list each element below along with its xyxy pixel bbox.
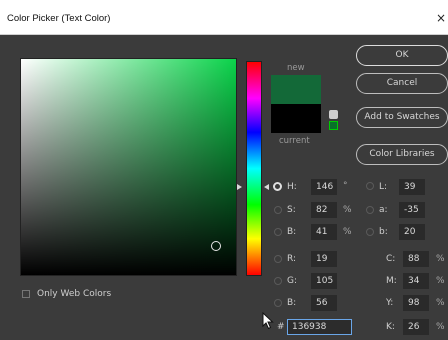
websafe-swatch-icon[interactable] [329,121,338,130]
k-unit: % [436,322,445,332]
rgb-b-field[interactable]: 56 [311,295,337,311]
g-field[interactable]: 105 [311,273,337,289]
y-label: Y: [386,298,394,308]
hue-slider[interactable] [246,61,262,276]
only-web-colors-checkbox[interactable] [22,290,30,298]
hue-slider-left-arrow-icon[interactable] [237,184,242,190]
hue-slider-right-arrow-icon[interactable] [264,184,269,190]
m-label: M: [386,276,397,286]
h-label: H: [287,182,297,192]
y-unit: % [436,298,445,308]
l-field[interactable]: 39 [399,179,425,195]
radio-g[interactable] [274,277,282,285]
color-field-marker-icon[interactable] [211,241,221,251]
b-field[interactable]: 41 [311,224,337,240]
lab-b-label: b: [379,227,388,237]
title-bar: Color Picker (Text Color) × [0,0,448,35]
color-field[interactable] [20,58,237,276]
radio-lab-b[interactable] [366,228,374,236]
window-title: Color Picker (Text Color) [7,13,111,24]
c-field[interactable]: 88 [403,251,429,267]
radio-r[interactable] [274,255,282,263]
s-unit: % [343,205,352,215]
r-label: R: [287,254,297,264]
m-unit: % [436,276,445,286]
l-label: L: [379,182,388,192]
radio-s[interactable] [274,206,282,214]
new-color-swatch [271,75,321,104]
k-label: K: [386,322,395,332]
c-label: C: [386,254,396,264]
close-button[interactable]: × [436,11,446,25]
cube-icon[interactable] [329,110,338,119]
a-label: a: [379,205,388,215]
ok-button[interactable]: OK [356,45,448,66]
radio-b[interactable] [274,228,282,236]
hex-field[interactable]: 136938 [287,319,352,335]
radio-h[interactable] [273,182,282,191]
m-field[interactable]: 34 [403,273,429,289]
r-field[interactable]: 19 [311,251,337,267]
radio-rgb-b[interactable] [274,299,282,307]
hex-label: # [277,322,285,332]
a-field[interactable]: -35 [399,202,425,218]
only-web-colors-label: Only Web Colors [37,289,112,299]
new-color-label: new [287,63,305,73]
rgb-b-label: B: [287,298,297,308]
c-unit: % [436,254,445,264]
current-color-swatch[interactable] [271,104,321,133]
radio-a[interactable] [366,206,374,214]
add-to-swatches-button[interactable]: Add to Swatches [356,107,448,128]
g-label: G: [287,276,298,286]
s-field[interactable]: 82 [311,202,337,218]
h-field[interactable]: 146 [311,179,337,195]
k-field[interactable]: 26 [403,319,429,335]
h-unit: ° [343,181,348,191]
color-libraries-button[interactable]: Color Libraries [356,144,448,165]
cancel-button[interactable]: Cancel [356,73,448,94]
current-color-label: current [279,136,310,146]
y-field[interactable]: 98 [403,295,429,311]
radio-l[interactable] [366,182,374,190]
lab-b-field[interactable]: 20 [399,224,425,240]
s-label: S: [287,205,296,215]
mouse-pointer-icon [262,312,274,330]
b-label: B: [287,227,297,237]
b-unit: % [343,227,352,237]
